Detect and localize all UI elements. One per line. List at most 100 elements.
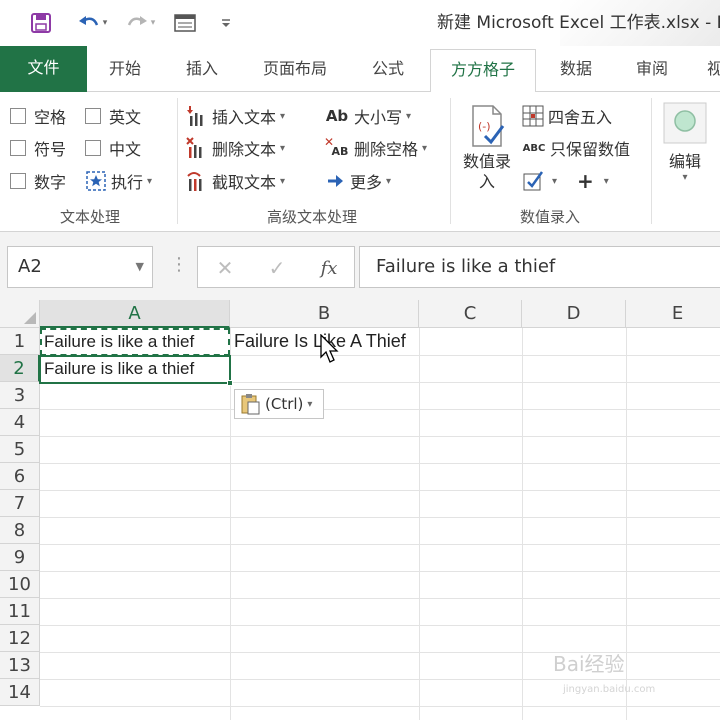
column-header-d[interactable]: D	[522, 300, 626, 328]
delete-space-icon: ✕ AB	[324, 135, 349, 158]
row-header[interactable]: 11	[0, 598, 40, 625]
row-header[interactable]: 5	[0, 436, 40, 463]
watermark-text: Bai经验	[553, 652, 625, 676]
mouse-cursor-icon	[320, 333, 340, 368]
ribbon-tabs: 文件 开始 插入 页面布局 公式 方方格子 数据 审阅 视	[0, 46, 720, 93]
keep-values-button[interactable]: ABC 只保留数值	[522, 136, 630, 160]
grid-line	[40, 463, 720, 464]
grid-line	[230, 328, 231, 720]
name-box-value: A2	[18, 256, 42, 277]
name-box[interactable]: A2 ▼	[7, 246, 153, 288]
watermark-url: jingyan.baidu.com	[563, 684, 656, 695]
title-bar: ▾ ▾ 新建 Microsoft Excel 工作表.xlsx - E	[0, 0, 720, 46]
checkbox-number[interactable]: 数字	[10, 169, 66, 193]
grid-line	[40, 517, 720, 518]
dropdown-arrow-icon: ▾	[386, 175, 392, 187]
tab-insert[interactable]: 插入	[170, 46, 234, 92]
column-header-e[interactable]: E	[626, 300, 720, 328]
row-header[interactable]: 1	[0, 328, 40, 355]
row-header[interactable]: 12	[0, 625, 40, 652]
insert-function-icon[interactable]: fx	[314, 255, 344, 281]
delete-text-button[interactable]: 删除文本 ▾	[186, 136, 285, 160]
abc-icon: ABC	[522, 142, 546, 154]
checkbox-space[interactable]: 空格	[10, 104, 66, 128]
dropdown-arrow-icon: ▾	[280, 175, 286, 187]
paste-options-button[interactable]: (Ctrl) ▾	[234, 389, 324, 419]
row-header[interactable]: 3	[0, 382, 40, 409]
checkbox-box[interactable]	[85, 108, 101, 124]
checkbox-box[interactable]	[85, 140, 101, 156]
tab-fangfang[interactable]: 方方格子	[430, 49, 536, 93]
customize-icon[interactable]	[218, 10, 234, 36]
row-header[interactable]: 6	[0, 463, 40, 490]
tab-page-layout[interactable]: 页面布局	[250, 46, 340, 92]
group-divider	[651, 98, 652, 224]
row-header[interactable]: 8	[0, 517, 40, 544]
group-label-text-processing: 文本处理	[59, 208, 120, 226]
tab-formulas[interactable]: 公式	[356, 46, 420, 92]
column-header-b[interactable]: B	[230, 300, 419, 328]
checkbox-symbol[interactable]: 符号	[10, 136, 66, 160]
formula-input[interactable]: Failure is like a thief	[359, 246, 720, 288]
tab-data[interactable]: 数据	[546, 46, 606, 92]
group-label-advanced-text: 高级文本处理	[266, 208, 357, 226]
extract-text-button[interactable]: 截取文本 ▾	[186, 169, 285, 193]
row-header[interactable]: 14	[0, 679, 40, 706]
form-icon[interactable]	[171, 10, 199, 36]
checkbox-english[interactable]: 英文	[85, 104, 141, 128]
case-button[interactable]: Ab 大小写 ▾	[324, 104, 411, 128]
row-header[interactable]: 13	[0, 652, 40, 679]
delete-text-label: 删除文本	[212, 140, 277, 159]
delete-space-button[interactable]: ✕ AB 删除空格 ▾	[324, 135, 427, 160]
grid-line	[40, 409, 720, 410]
name-box-dropdown-icon[interactable]: ▼	[136, 247, 144, 287]
column-header-a[interactable]: A	[40, 300, 230, 328]
cancel-icon[interactable]: ✕	[210, 255, 240, 281]
undo-icon[interactable]: ▾	[72, 10, 112, 36]
save-icon[interactable]	[28, 10, 54, 36]
numeric-entry-button[interactable]: (-) 数值录 入	[456, 102, 518, 202]
group-divider	[177, 98, 178, 224]
checkbox-box[interactable]	[10, 140, 26, 156]
insert-text-button[interactable]: 插入文本 ▾	[186, 104, 285, 128]
row-header[interactable]: 4	[0, 409, 40, 436]
fill-handle[interactable]	[227, 380, 233, 386]
delete-space-label: 删除空格	[354, 140, 419, 159]
add-button[interactable]: + ▾	[577, 169, 609, 193]
tab-home[interactable]: 开始	[93, 46, 157, 92]
checkbox-symbol-label: 符号	[34, 140, 67, 159]
checkbox-box[interactable]	[10, 108, 26, 124]
row-header[interactable]: 7	[0, 490, 40, 517]
group-divider	[450, 98, 451, 224]
column-header-c[interactable]: C	[419, 300, 522, 328]
edit-button[interactable]: 编辑 ▾	[660, 98, 710, 198]
cell-b1[interactable]: Failure Is Like A Thief	[230, 328, 450, 355]
group-label-numeric-entry: 数值录入	[519, 208, 580, 226]
redo-icon[interactable]: ▾	[120, 10, 160, 36]
grid-line	[522, 328, 523, 720]
dropdown-arrow-icon: ▾	[147, 175, 153, 187]
checkbox-english-label: 英文	[109, 108, 142, 127]
more-button[interactable]: 更多 ▾	[324, 169, 391, 193]
checkbox-chinese[interactable]: 中文	[85, 136, 141, 160]
tab-file[interactable]: 文件	[0, 46, 87, 92]
delete-text-icon	[186, 137, 208, 159]
round-grid-icon	[522, 105, 544, 127]
tab-review[interactable]: 审阅	[620, 46, 684, 92]
row-header[interactable]: 9	[0, 544, 40, 571]
grid-line	[40, 544, 720, 545]
more-dots-icon[interactable]: ⋮	[170, 254, 188, 275]
dropdown-arrow-icon: ▾	[552, 175, 558, 187]
select-all-corner[interactable]	[0, 300, 40, 328]
tab-view[interactable]: 视	[700, 46, 720, 92]
numeric-entry-label: 数值录 入	[462, 152, 511, 191]
edit-options-button[interactable]: ▾	[522, 169, 557, 193]
row-header[interactable]: 2	[0, 355, 40, 382]
checkbox-number-label: 数字	[34, 173, 67, 192]
checkbox-box[interactable]	[10, 173, 26, 189]
ribbon-panel: 空格 英文 符号 中文 数字 执行 ▾ 文本处理 插入文本 ▾ 删除文本 ▾ 截取文本…	[0, 92, 720, 232]
round-button[interactable]: 四舍五入	[522, 104, 612, 128]
execute-button[interactable]: 执行 ▾	[85, 169, 152, 193]
row-header[interactable]: 10	[0, 571, 40, 598]
confirm-icon[interactable]: ✓	[262, 255, 292, 281]
